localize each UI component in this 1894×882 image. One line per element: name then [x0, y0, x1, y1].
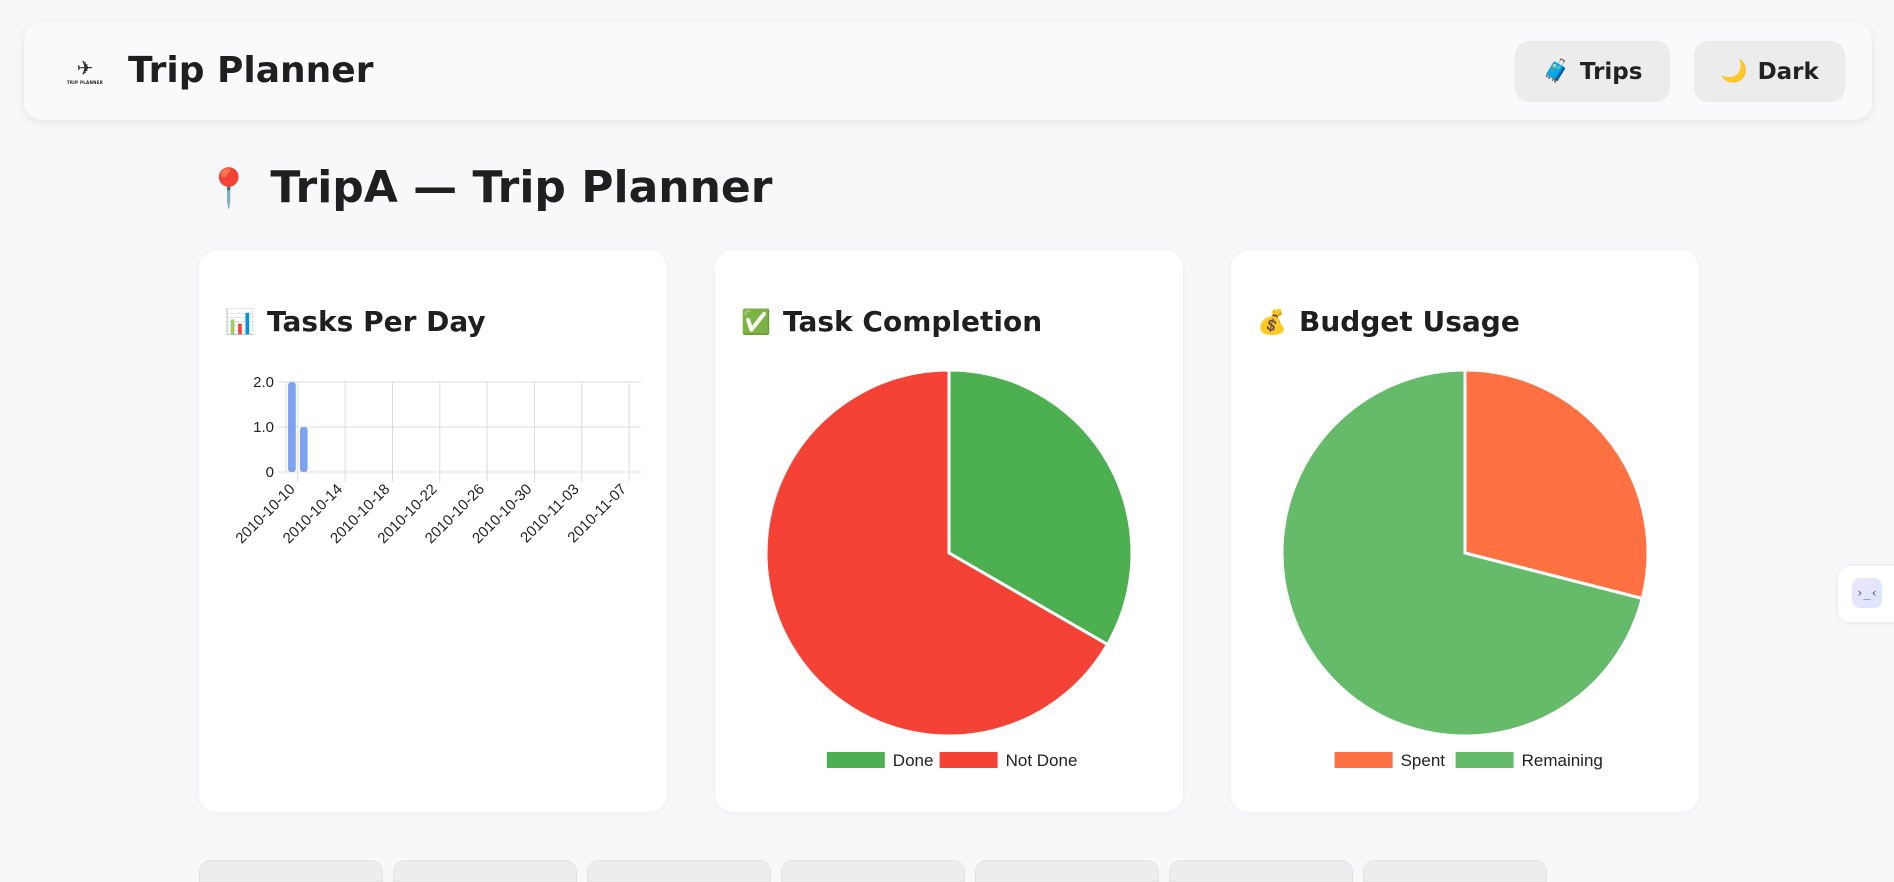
app-logo[interactable]: ✈ TRIP PLANNER — [64, 50, 106, 92]
luggage-icon: 🧳 — [1542, 59, 1570, 84]
tab-item[interactable] — [199, 860, 383, 882]
y-tick-label: 2.0 — [253, 374, 274, 391]
dark-mode-toggle[interactable]: 🌙 Dark — [1694, 41, 1845, 102]
bar — [299, 427, 308, 472]
tab-item[interactable] — [1363, 860, 1547, 882]
legend-swatch — [939, 752, 998, 768]
bar — [288, 382, 296, 472]
legend-label: Spent — [1401, 751, 1446, 770]
budget-usage-chart: Spent Remaining — [1280, 368, 1650, 770]
tasks-per-day-chart: 01.02.02010-10-102010-10-142010-10-18201… — [232, 374, 641, 547]
assistant-face-icon: ›_‹ — [1852, 578, 1882, 608]
assistant-widget[interactable]: ›_‹ — [1838, 566, 1894, 622]
tab-item[interactable] — [975, 860, 1159, 882]
trips-button-label: Trips — [1579, 58, 1643, 85]
y-tick-label: 0 — [266, 464, 274, 481]
tab-item[interactable] — [781, 860, 965, 882]
task-completion-chart: Done Not Done — [764, 368, 1134, 770]
legend-swatch — [1455, 752, 1514, 768]
legend-label: Not Done — [1006, 751, 1078, 770]
legend-swatch — [1334, 752, 1393, 768]
page-title: 📍 TripA — Trip Planner — [205, 158, 772, 218]
top-navigation-bar: ✈ TRIP PLANNER Trip Planner 🧳 Trips 🌙 Da… — [24, 22, 1872, 120]
task-completion-card: ✅ Task Completion Done Not Done — [715, 250, 1183, 812]
y-tick-label: 1.0 — [253, 419, 274, 436]
legend-label: Remaining — [1522, 751, 1603, 770]
tasks-per-day-card: 📊 Tasks Per Day 0 1.0 2.0 2010-10-10 2010-10… — [199, 250, 667, 812]
app-title: Trip Planner — [128, 50, 374, 91]
plane-icon: ✈ — [76, 55, 94, 80]
pin-icon: 📍 — [205, 166, 253, 210]
logo-text: TRIP PLANNER — [66, 79, 104, 85]
tab-item[interactable] — [1169, 860, 1353, 882]
moon-icon: 🌙 — [1720, 59, 1748, 84]
tab-item[interactable] — [393, 860, 577, 882]
page-title-text: TripA — Trip Planner — [270, 162, 773, 213]
legend-swatch — [826, 752, 885, 768]
trips-button[interactable]: 🧳 Trips — [1515, 41, 1670, 102]
budget-usage-card: 💰 Budget Usage Spent Remaining — [1231, 250, 1699, 812]
dark-mode-label: Dark — [1757, 58, 1819, 85]
legend-label: Done — [893, 751, 934, 770]
tab-item[interactable] — [587, 860, 771, 882]
